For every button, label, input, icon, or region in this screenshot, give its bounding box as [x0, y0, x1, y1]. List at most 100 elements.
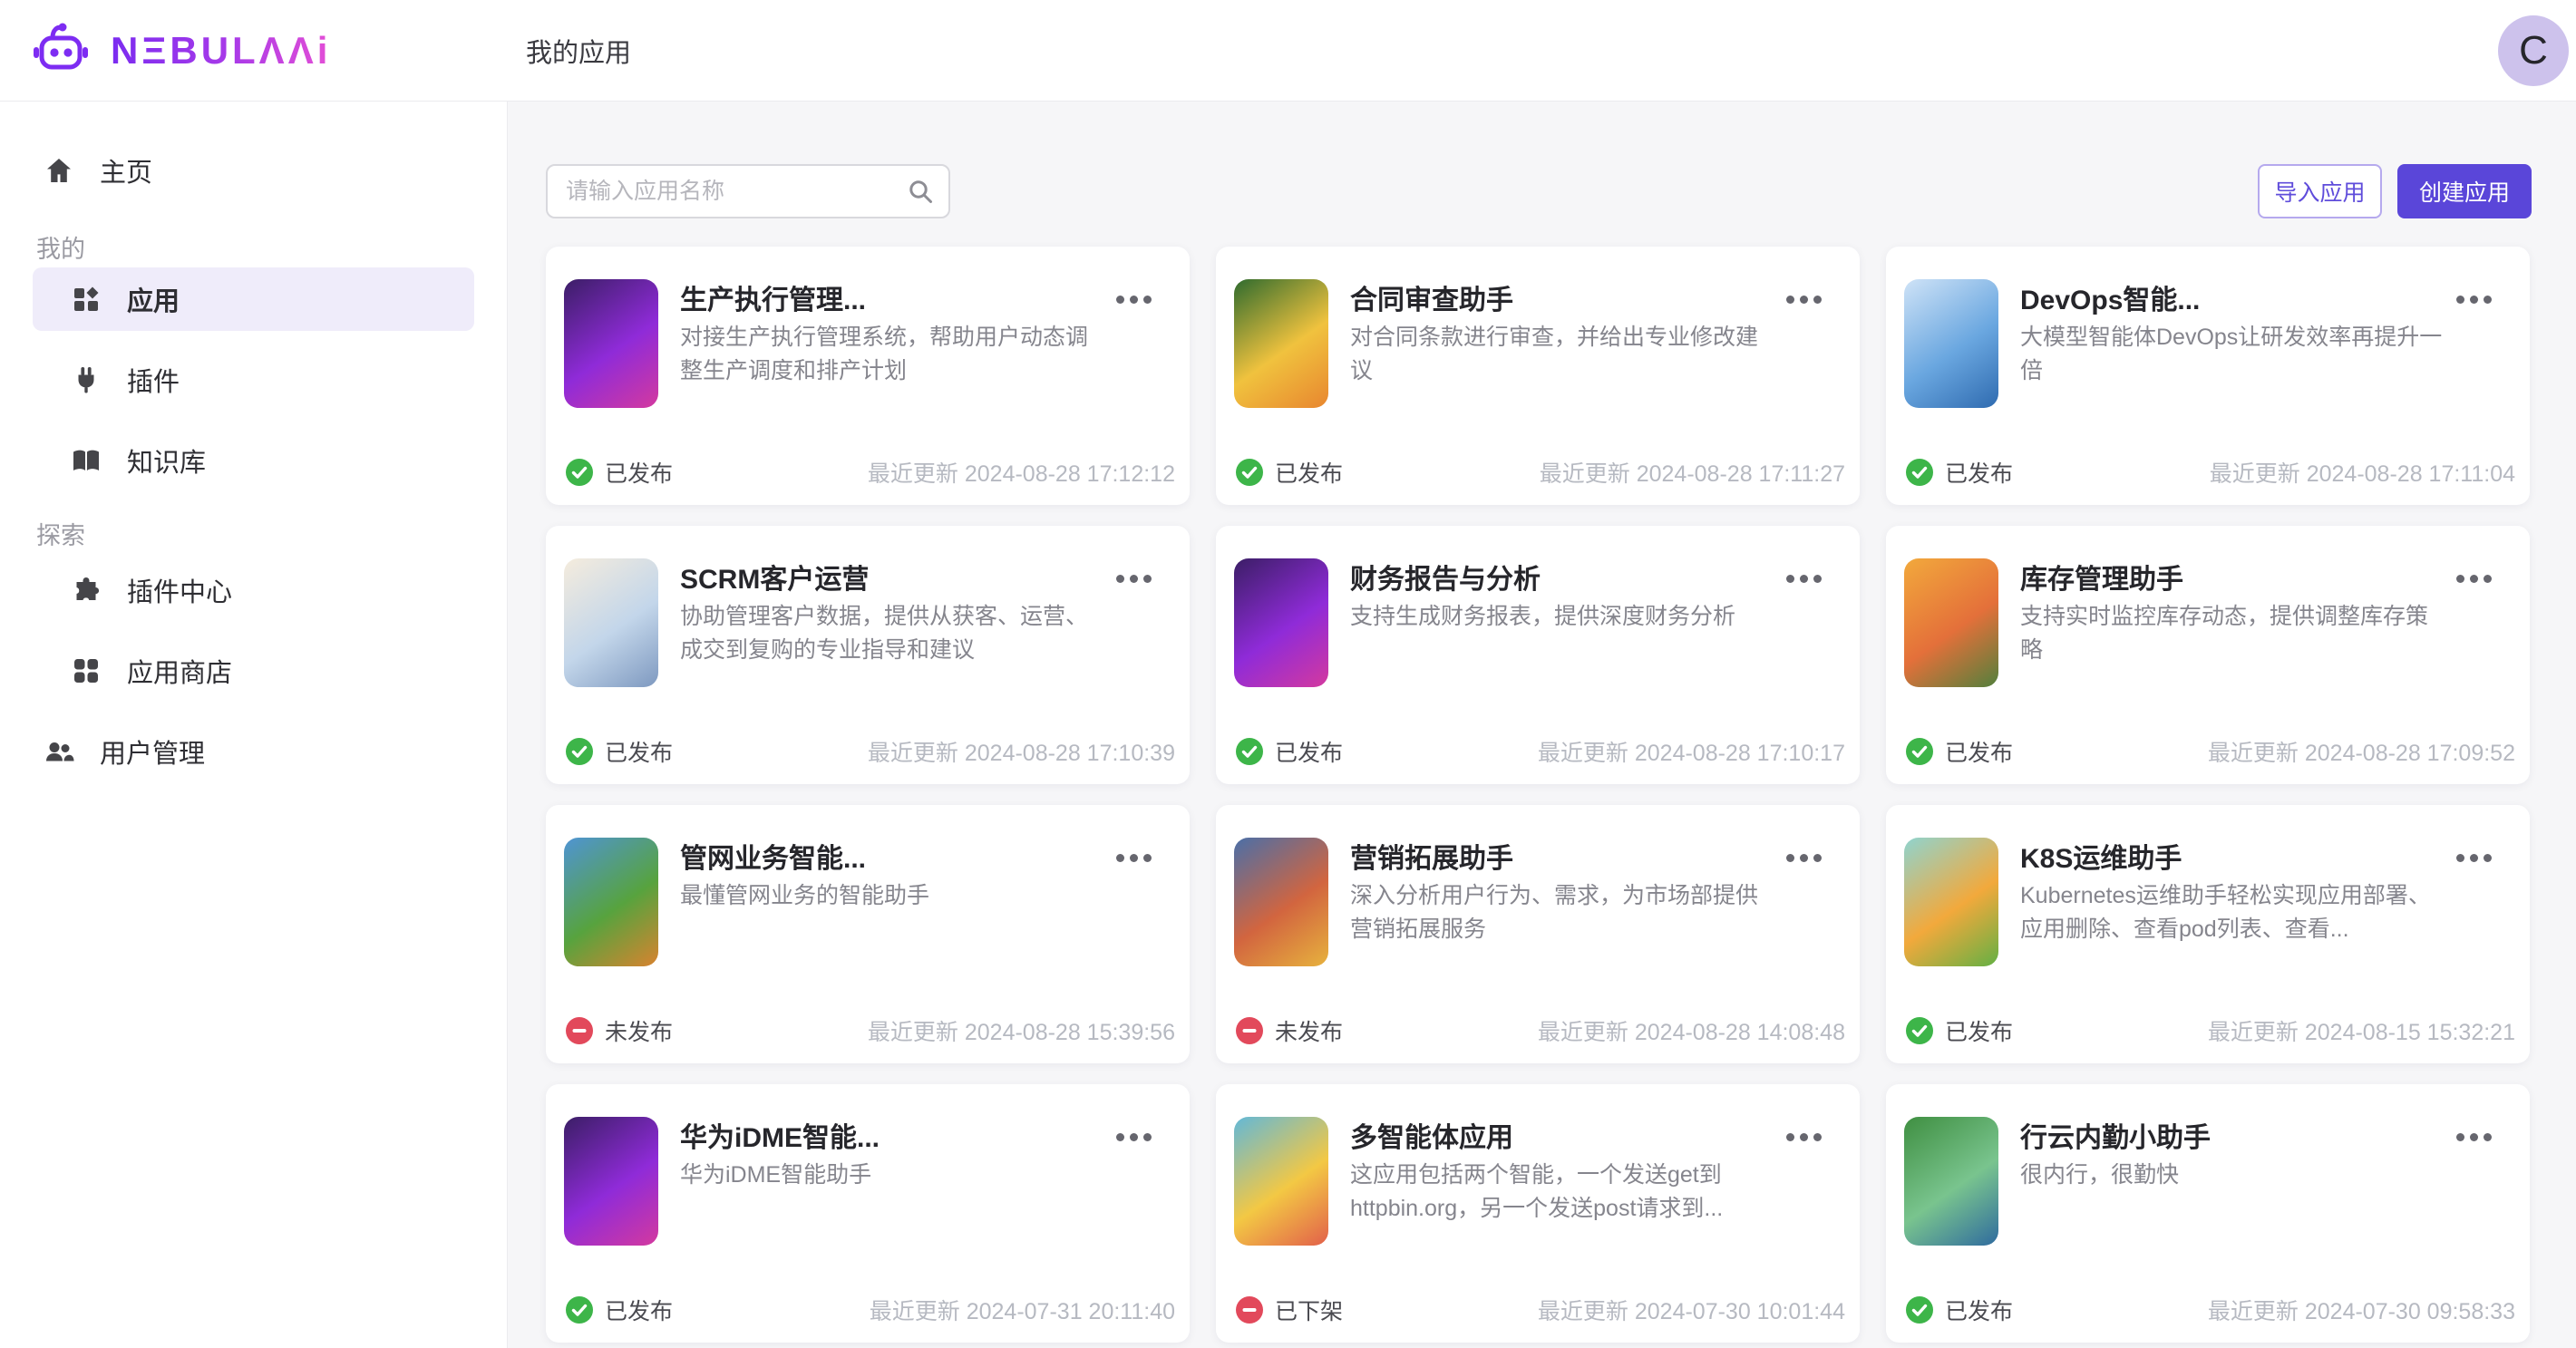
status-icon [1906, 1296, 1933, 1324]
status-badge: 已发布 [1906, 1014, 2013, 1047]
import-app-button[interactable]: 导入应用 [2258, 164, 2382, 218]
status-badge: 已发布 [1236, 456, 1343, 489]
sidebar-item-plugins[interactable]: 插件 [33, 351, 474, 409]
more-actions-icon[interactable] [1111, 569, 1157, 588]
sidebar-item-app-store[interactable]: 应用商店 [33, 642, 474, 700]
app-title: 行云内勤小助手 [2020, 1115, 2446, 1155]
more-actions-icon[interactable] [1781, 290, 1827, 309]
puzzle-icon [71, 575, 102, 606]
more-actions-icon[interactable] [1781, 849, 1827, 868]
app-card[interactable]: 多智能体应用 这应用包括两个智能，一个发送get到httpbin.org，另一个… [1216, 1084, 1860, 1343]
brand-wordmark: NΞBULΛΛi [111, 29, 331, 73]
store-grid-icon [71, 655, 102, 686]
app-title: 华为iDME智能... [680, 1115, 1106, 1155]
app-thumbnail [1234, 279, 1328, 408]
sidebar-section-explore: 探索 [0, 519, 507, 548]
app-title: 库存管理助手 [2020, 557, 2446, 596]
more-actions-icon[interactable] [1111, 290, 1157, 309]
status-label: 已发布 [1945, 1294, 2013, 1326]
home-icon [44, 155, 74, 186]
app-card[interactable]: DevOps智能... 大模型智能体DevOps让研发效率再提升一倍 已发布 最… [1886, 247, 2530, 505]
sidebar-item-label: 应用 [127, 280, 180, 318]
app-thumbnail [1234, 838, 1328, 966]
status-icon [566, 459, 593, 486]
book-icon [71, 445, 102, 476]
sidebar-item-knowledge[interactable]: 知识库 [33, 432, 474, 490]
status-badge: 已发布 [566, 1294, 673, 1326]
status-icon [1236, 1296, 1263, 1324]
app-title: 生产执行管理... [680, 277, 1106, 317]
status-icon [1236, 1017, 1263, 1044]
sidebar-item-plugin-center[interactable]: 插件中心 [33, 561, 474, 619]
status-label: 已下架 [1275, 1294, 1343, 1326]
more-actions-icon[interactable] [2451, 569, 2497, 588]
sidebar-item-user-mgmt[interactable]: 用户管理 [33, 722, 474, 781]
app-card[interactable]: 库存管理助手 支持实时监控库存动态，提供调整库存策略 已发布 最近更新 2024… [1886, 526, 2530, 784]
updated-timestamp: 最近更新 2024-08-28 17:10:39 [868, 735, 1175, 768]
brand-logo[interactable]: NΞBULΛΛi [0, 22, 477, 79]
app-title: 财务报告与分析 [1350, 557, 1776, 596]
status-icon [1906, 459, 1933, 486]
sidebar-item-home[interactable]: 主页 [33, 141, 474, 199]
app-title: 营销拓展助手 [1350, 836, 1776, 876]
app-card[interactable]: 财务报告与分析 支持生成财务报表，提供深度财务分析 已发布 最近更新 2024-… [1216, 526, 1860, 784]
app-thumbnail [564, 279, 658, 408]
app-search-box [546, 164, 950, 218]
app-card[interactable]: 合同审查助手 对合同条款进行审查，并给出专业修改建议 已发布 最近更新 2024… [1216, 247, 1860, 505]
app-thumbnail [1904, 1117, 1998, 1246]
app-description: 最懂管网业务的智能助手 [680, 879, 1104, 913]
app-card[interactable]: 管网业务智能... 最懂管网业务的智能助手 未发布 最近更新 2024-08-2… [546, 805, 1190, 1063]
updated-timestamp: 最近更新 2024-08-28 17:11:27 [1540, 456, 1845, 489]
app-thumbnail [1904, 558, 1998, 687]
card-footer: 已发布 最近更新 2024-08-28 17:12:12 [546, 456, 1190, 489]
card-footer: 已下架 最近更新 2024-07-30 10:01:44 [1216, 1294, 1860, 1326]
more-actions-icon[interactable] [1111, 1128, 1157, 1147]
app-title: K8S运维助手 [2020, 836, 2446, 876]
status-icon [1236, 459, 1263, 486]
app-card[interactable]: 生产执行管理... 对接生产执行管理系统，帮助用户动态调整生产调度和排产计划 已… [546, 247, 1190, 505]
updated-timestamp: 最近更新 2024-08-28 17:09:52 [2208, 735, 2515, 768]
app-card[interactable]: 营销拓展助手 深入分析用户行为、需求，为市场部提供营销拓展服务 未发布 最近更新… [1216, 805, 1860, 1063]
create-app-button[interactable]: 创建应用 [2397, 164, 2532, 218]
plug-icon [71, 364, 102, 395]
sidebar-item-apps[interactable]: 应用 [33, 267, 474, 331]
updated-timestamp: 最近更新 2024-07-30 09:58:33 [2208, 1294, 2515, 1326]
main-content: 导入应用 创建应用 生产执行管理... 对接生产执行管理系统，帮助用户动态调整生… [508, 102, 2576, 1348]
app-card[interactable]: 华为iDME智能... 华为iDME智能助手 已发布 最近更新 2024-07-… [546, 1084, 1190, 1343]
app-description: Kubernetes运维助手轻松实现应用部署、应用删除、查看pod列表、查看..… [2020, 879, 2445, 946]
updated-timestamp: 最近更新 2024-08-28 17:10:17 [1538, 735, 1845, 768]
more-actions-icon[interactable] [1781, 569, 1827, 588]
page-title: 我的应用 [526, 32, 631, 70]
status-label: 已发布 [605, 1294, 673, 1326]
app-title: DevOps智能... [2020, 277, 2446, 317]
search-icon[interactable] [907, 178, 934, 205]
app-grid: 生产执行管理... 对接生产执行管理系统，帮助用户动态调整生产调度和排产计划 已… [546, 247, 2530, 1343]
app-card[interactable]: SCRM客户运营 协助管理客户数据，提供从获客、运营、成交到复购的专业指导和建议… [546, 526, 1190, 784]
sidebar-item-label: 插件中心 [127, 571, 232, 609]
app-description: 对合同条款进行审查，并给出专业修改建议 [1350, 321, 1774, 388]
app-card[interactable]: 行云内勤小助手 很内行，很勤快 已发布 最近更新 2024-07-30 09:5… [1886, 1084, 2530, 1343]
status-label: 未发布 [1275, 1014, 1343, 1047]
more-actions-icon[interactable] [1781, 1128, 1827, 1147]
app-thumbnail [564, 1117, 658, 1246]
more-actions-icon[interactable] [2451, 1128, 2497, 1147]
more-actions-icon[interactable] [1111, 849, 1157, 868]
app-thumbnail [564, 838, 658, 966]
app-card[interactable]: K8S运维助手 Kubernetes运维助手轻松实现应用部署、应用删除、查看po… [1886, 805, 2530, 1063]
app-thumbnail [1904, 279, 1998, 408]
updated-timestamp: 最近更新 2024-07-30 10:01:44 [1538, 1294, 1845, 1326]
search-input[interactable] [548, 179, 907, 205]
more-actions-icon[interactable] [2451, 849, 2497, 868]
status-label: 已发布 [1945, 735, 2013, 768]
status-badge: 已下架 [1236, 1294, 1343, 1326]
card-footer: 已发布 最近更新 2024-08-28 17:11:27 [1216, 456, 1860, 489]
app-title: 多智能体应用 [1350, 1115, 1776, 1155]
app-description: 对接生产执行管理系统，帮助用户动态调整生产调度和排产计划 [680, 321, 1104, 388]
card-footer: 已发布 最近更新 2024-08-28 17:10:17 [1216, 735, 1860, 768]
status-icon [1906, 738, 1933, 765]
status-label: 已发布 [1275, 735, 1343, 768]
more-actions-icon[interactable] [2451, 290, 2497, 309]
user-avatar[interactable]: C [2498, 15, 2569, 86]
app-description: 协助管理客户数据，提供从获客、运营、成交到复购的专业指导和建议 [680, 600, 1104, 667]
app-thumbnail [1234, 558, 1328, 687]
